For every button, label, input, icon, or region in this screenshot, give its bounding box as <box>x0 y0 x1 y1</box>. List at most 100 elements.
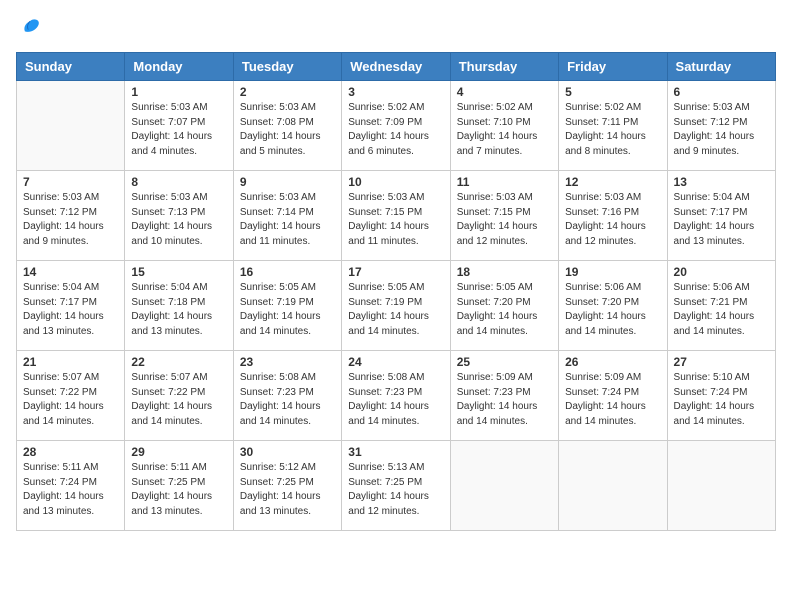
calendar-cell <box>17 81 125 171</box>
day-info: Sunrise: 5:02 AMSunset: 7:09 PMDaylight:… <box>348 101 443 159</box>
calendar-cell: 27 Sunrise: 5:10 AMSunset: 7:24 PMDaylig… <box>667 351 775 441</box>
calendar-cell <box>559 441 667 531</box>
calendar-cell: 19 Sunrise: 5:06 AMSunset: 7:20 PMDaylig… <box>559 261 667 351</box>
day-info: Sunrise: 5:02 AMSunset: 7:10 PMDaylight:… <box>457 101 552 159</box>
day-info: Sunrise: 5:11 AMSunset: 7:24 PMDaylight:… <box>23 461 118 519</box>
calendar-cell: 20 Sunrise: 5:06 AMSunset: 7:21 PMDaylig… <box>667 261 775 351</box>
day-number: 31 <box>348 445 443 459</box>
day-info: Sunrise: 5:04 AMSunset: 7:17 PMDaylight:… <box>23 281 118 339</box>
day-info: Sunrise: 5:11 AMSunset: 7:25 PMDaylight:… <box>131 461 226 519</box>
calendar-week-5: 28 Sunrise: 5:11 AMSunset: 7:24 PMDaylig… <box>17 441 776 531</box>
calendar-cell: 11 Sunrise: 5:03 AMSunset: 7:15 PMDaylig… <box>450 171 558 261</box>
day-info: Sunrise: 5:05 AMSunset: 7:19 PMDaylight:… <box>240 281 335 339</box>
weekday-header-friday: Friday <box>559 53 667 81</box>
calendar-cell: 5 Sunrise: 5:02 AMSunset: 7:11 PMDayligh… <box>559 81 667 171</box>
day-info: Sunrise: 5:02 AMSunset: 7:11 PMDaylight:… <box>565 101 660 159</box>
day-number: 24 <box>348 355 443 369</box>
calendar-cell: 10 Sunrise: 5:03 AMSunset: 7:15 PMDaylig… <box>342 171 450 261</box>
weekday-header-wednesday: Wednesday <box>342 53 450 81</box>
calendar-cell: 12 Sunrise: 5:03 AMSunset: 7:16 PMDaylig… <box>559 171 667 261</box>
day-number: 2 <box>240 85 335 99</box>
day-info: Sunrise: 5:07 AMSunset: 7:22 PMDaylight:… <box>23 371 118 429</box>
day-number: 7 <box>23 175 118 189</box>
day-number: 10 <box>348 175 443 189</box>
day-info: Sunrise: 5:13 AMSunset: 7:25 PMDaylight:… <box>348 461 443 519</box>
day-info: Sunrise: 5:06 AMSunset: 7:20 PMDaylight:… <box>565 281 660 339</box>
calendar-cell: 3 Sunrise: 5:02 AMSunset: 7:09 PMDayligh… <box>342 81 450 171</box>
calendar-cell: 17 Sunrise: 5:05 AMSunset: 7:19 PMDaylig… <box>342 261 450 351</box>
weekday-header-saturday: Saturday <box>667 53 775 81</box>
day-info: Sunrise: 5:09 AMSunset: 7:23 PMDaylight:… <box>457 371 552 429</box>
day-info: Sunrise: 5:03 AMSunset: 7:08 PMDaylight:… <box>240 101 335 159</box>
calendar-cell: 16 Sunrise: 5:05 AMSunset: 7:19 PMDaylig… <box>233 261 341 351</box>
day-number: 6 <box>674 85 769 99</box>
day-info: Sunrise: 5:10 AMSunset: 7:24 PMDaylight:… <box>674 371 769 429</box>
day-info: Sunrise: 5:09 AMSunset: 7:24 PMDaylight:… <box>565 371 660 429</box>
calendar-cell: 14 Sunrise: 5:04 AMSunset: 7:17 PMDaylig… <box>17 261 125 351</box>
day-number: 5 <box>565 85 660 99</box>
day-info: Sunrise: 5:08 AMSunset: 7:23 PMDaylight:… <box>240 371 335 429</box>
day-number: 9 <box>240 175 335 189</box>
day-info: Sunrise: 5:04 AMSunset: 7:18 PMDaylight:… <box>131 281 226 339</box>
day-number: 16 <box>240 265 335 279</box>
day-info: Sunrise: 5:07 AMSunset: 7:22 PMDaylight:… <box>131 371 226 429</box>
day-number: 28 <box>23 445 118 459</box>
calendar-cell <box>450 441 558 531</box>
day-info: Sunrise: 5:03 AMSunset: 7:16 PMDaylight:… <box>565 191 660 249</box>
day-number: 21 <box>23 355 118 369</box>
day-number: 29 <box>131 445 226 459</box>
day-number: 1 <box>131 85 226 99</box>
calendar-cell: 28 Sunrise: 5:11 AMSunset: 7:24 PMDaylig… <box>17 441 125 531</box>
logo <box>16 16 42 40</box>
calendar-cell: 13 Sunrise: 5:04 AMSunset: 7:17 PMDaylig… <box>667 171 775 261</box>
day-number: 15 <box>131 265 226 279</box>
day-number: 19 <box>565 265 660 279</box>
day-number: 12 <box>565 175 660 189</box>
weekday-header-monday: Monday <box>125 53 233 81</box>
calendar-cell: 24 Sunrise: 5:08 AMSunset: 7:23 PMDaylig… <box>342 351 450 441</box>
day-info: Sunrise: 5:03 AMSunset: 7:15 PMDaylight:… <box>348 191 443 249</box>
weekday-header-tuesday: Tuesday <box>233 53 341 81</box>
day-number: 14 <box>23 265 118 279</box>
calendar-week-1: 1 Sunrise: 5:03 AMSunset: 7:07 PMDayligh… <box>17 81 776 171</box>
day-number: 8 <box>131 175 226 189</box>
day-info: Sunrise: 5:03 AMSunset: 7:14 PMDaylight:… <box>240 191 335 249</box>
day-info: Sunrise: 5:05 AMSunset: 7:20 PMDaylight:… <box>457 281 552 339</box>
weekday-header-row: SundayMondayTuesdayWednesdayThursdayFrid… <box>17 53 776 81</box>
day-info: Sunrise: 5:03 AMSunset: 7:12 PMDaylight:… <box>674 101 769 159</box>
day-info: Sunrise: 5:08 AMSunset: 7:23 PMDaylight:… <box>348 371 443 429</box>
calendar-week-4: 21 Sunrise: 5:07 AMSunset: 7:22 PMDaylig… <box>17 351 776 441</box>
calendar-cell: 30 Sunrise: 5:12 AMSunset: 7:25 PMDaylig… <box>233 441 341 531</box>
day-number: 20 <box>674 265 769 279</box>
day-info: Sunrise: 5:06 AMSunset: 7:21 PMDaylight:… <box>674 281 769 339</box>
weekday-header-sunday: Sunday <box>17 53 125 81</box>
day-number: 25 <box>457 355 552 369</box>
calendar-table: SundayMondayTuesdayWednesdayThursdayFrid… <box>16 52 776 531</box>
calendar-cell: 25 Sunrise: 5:09 AMSunset: 7:23 PMDaylig… <box>450 351 558 441</box>
calendar-cell: 6 Sunrise: 5:03 AMSunset: 7:12 PMDayligh… <box>667 81 775 171</box>
day-number: 11 <box>457 175 552 189</box>
logo-bird-icon <box>18 16 42 40</box>
calendar-cell <box>667 441 775 531</box>
calendar-cell: 15 Sunrise: 5:04 AMSunset: 7:18 PMDaylig… <box>125 261 233 351</box>
day-number: 26 <box>565 355 660 369</box>
day-number: 30 <box>240 445 335 459</box>
calendar-cell: 7 Sunrise: 5:03 AMSunset: 7:12 PMDayligh… <box>17 171 125 261</box>
calendar-cell: 1 Sunrise: 5:03 AMSunset: 7:07 PMDayligh… <box>125 81 233 171</box>
calendar-cell: 18 Sunrise: 5:05 AMSunset: 7:20 PMDaylig… <box>450 261 558 351</box>
calendar-week-3: 14 Sunrise: 5:04 AMSunset: 7:17 PMDaylig… <box>17 261 776 351</box>
day-number: 3 <box>348 85 443 99</box>
day-number: 23 <box>240 355 335 369</box>
calendar-cell: 29 Sunrise: 5:11 AMSunset: 7:25 PMDaylig… <box>125 441 233 531</box>
day-number: 27 <box>674 355 769 369</box>
calendar-cell: 22 Sunrise: 5:07 AMSunset: 7:22 PMDaylig… <box>125 351 233 441</box>
day-number: 18 <box>457 265 552 279</box>
page-header <box>16 16 776 40</box>
calendar-cell: 31 Sunrise: 5:13 AMSunset: 7:25 PMDaylig… <box>342 441 450 531</box>
day-info: Sunrise: 5:03 AMSunset: 7:15 PMDaylight:… <box>457 191 552 249</box>
day-info: Sunrise: 5:12 AMSunset: 7:25 PMDaylight:… <box>240 461 335 519</box>
day-info: Sunrise: 5:05 AMSunset: 7:19 PMDaylight:… <box>348 281 443 339</box>
day-number: 22 <box>131 355 226 369</box>
calendar-cell: 9 Sunrise: 5:03 AMSunset: 7:14 PMDayligh… <box>233 171 341 261</box>
day-info: Sunrise: 5:03 AMSunset: 7:13 PMDaylight:… <box>131 191 226 249</box>
